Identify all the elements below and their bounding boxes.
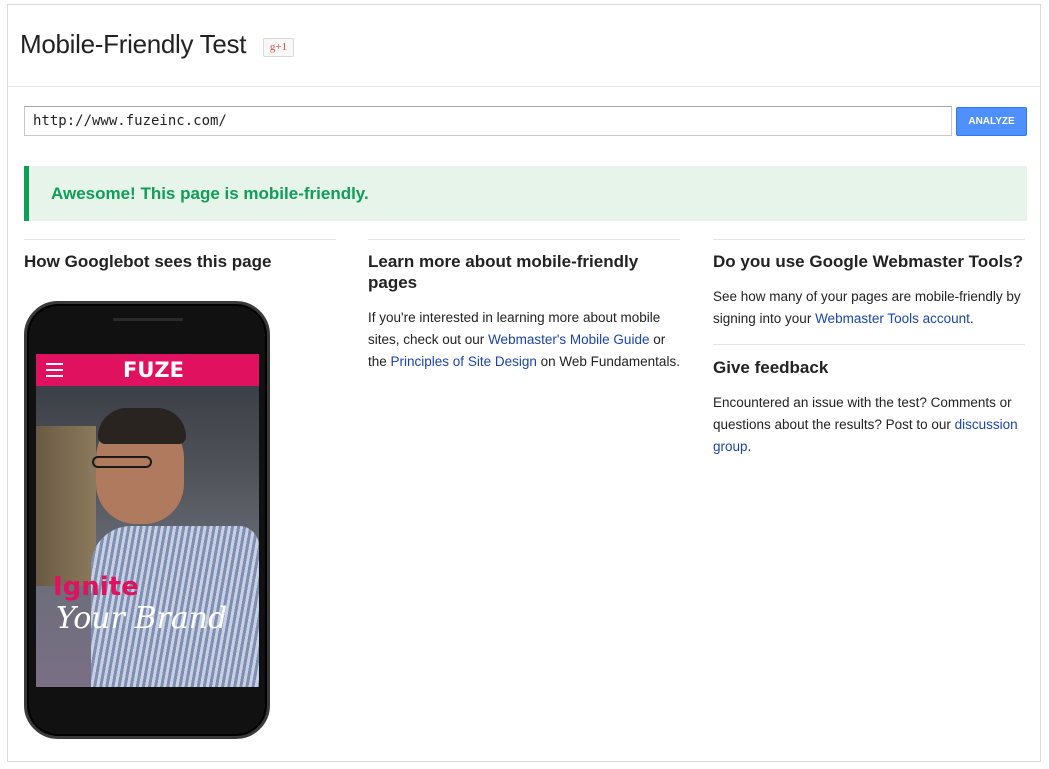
hero-headline-ignite: Ignite xyxy=(53,572,139,602)
mobile-guide-link[interactable]: Webmaster's Mobile Guide xyxy=(488,332,649,347)
hero-photo: Ignite Your Brand xyxy=(36,386,259,687)
googlebot-heading: How Googlebot sees this page xyxy=(24,252,272,271)
google-plus-one-button[interactable]: g+1 xyxy=(263,38,294,57)
divider xyxy=(24,239,336,240)
divider xyxy=(713,344,1025,345)
page-title: Mobile-Friendly Test xyxy=(20,29,247,59)
fuze-logo: FUZE xyxy=(123,358,184,382)
googlebot-column: How Googlebot sees this page xyxy=(24,239,336,272)
hamburger-menu-icon xyxy=(46,363,63,377)
result-banner: Awesome! This page is mobile-friendly. xyxy=(24,166,1027,221)
webmaster-heading: Do you use Google Webmaster Tools? xyxy=(713,252,1024,271)
phone-preview: FUZE Ignite Your Brand xyxy=(24,301,270,739)
phone-speaker xyxy=(113,318,183,321)
learn-more-heading: Learn more about mobile-friendly pages xyxy=(368,252,639,292)
webmaster-text: See how many of your pages are mobile-fr… xyxy=(713,289,1021,326)
feedback-heading: Give feedback xyxy=(713,358,829,377)
header: Mobile-Friendly Test g+1 xyxy=(8,5,1040,87)
divider xyxy=(713,239,1025,240)
learn-more-column: Learn more about mobile-friendly pages I… xyxy=(368,239,680,373)
webmaster-column: Do you use Google Webmaster Tools? See h… xyxy=(713,239,1025,458)
divider xyxy=(368,239,680,240)
result-message: Awesome! This page is mobile-friendly. xyxy=(51,184,369,203)
page-frame: Mobile-Friendly Test g+1 ANALYZE Awesome… xyxy=(7,4,1041,762)
hero-headline-brand: Your Brand xyxy=(56,601,228,636)
url-input[interactable] xyxy=(24,106,952,136)
feedback-text: Encountered an issue with the test? Comm… xyxy=(713,395,1018,454)
site-design-link[interactable]: Principles of Site Design xyxy=(391,354,537,369)
learn-more-text: If you're interested in learning more ab… xyxy=(368,310,680,369)
webmaster-tools-link[interactable]: Webmaster Tools account xyxy=(815,311,970,326)
analyze-button[interactable]: ANALYZE xyxy=(956,107,1027,136)
site-app-bar: FUZE xyxy=(36,354,259,386)
phone-screen: FUZE Ignite Your Brand xyxy=(36,354,259,687)
